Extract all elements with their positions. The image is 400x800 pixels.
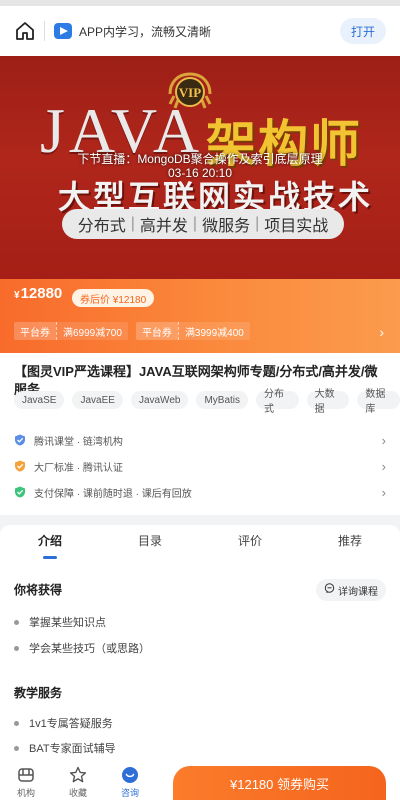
coupon[interactable]: 平台券 满3999减400: [135, 322, 250, 340]
feature-text: 支付保障 · 课前随时退 · 课后有回放: [34, 488, 192, 500]
course-tag: JavaEE: [72, 391, 123, 409]
course-tag: 分布式: [256, 389, 299, 415]
nav-label: 收藏: [68, 788, 87, 798]
banner-tag: 微服务: [202, 218, 251, 235]
tab-label: 目录: [137, 534, 162, 548]
home-icon[interactable]: [14, 20, 36, 42]
bullet-dot: [14, 619, 19, 625]
open-app-button[interactable]: 打开: [340, 18, 386, 44]
nav-label: 机构: [16, 788, 35, 798]
star-icon: [68, 765, 88, 785]
service-text: 1v1专属答疑服务: [29, 718, 113, 730]
next-live-time: 03-16 20:10: [167, 166, 233, 180]
bottom-nav: 机构 收藏 咨询 ¥12180 领券购买: [0, 764, 400, 800]
price: ¥12880: [14, 285, 62, 302]
coupon-value: 满3999减400: [177, 322, 250, 340]
tab-indicator: [43, 556, 57, 559]
banner-tag: 项目实战: [264, 218, 329, 235]
coupon-type: 平台券: [135, 322, 178, 340]
banner-tags: 分布式 | 高并发 | 微服务 | 项目实战: [62, 209, 344, 239]
tab-label: 评价: [237, 534, 262, 548]
gain-item: 掌握某些知识点: [14, 614, 106, 630]
course-tags: JavaSE JavaEE JavaWeb MyBatis 分布式 大数据 数据…: [14, 389, 400, 415]
institution-icon: [16, 765, 36, 785]
chat-icon: [120, 765, 140, 785]
service-item: BAT专家面试辅导: [14, 740, 116, 756]
chevron-right-icon: ›: [381, 484, 386, 500]
detail-tabs: 介绍 目录 评价 推荐: [0, 525, 400, 561]
course-tag: MyBatis: [196, 391, 249, 409]
price-strip: ¥12880 券后价 ¥12180 平台券 满6999减700 平台券 满399…: [0, 279, 400, 353]
nav-favorite[interactable]: 收藏: [52, 765, 104, 800]
service-section-title: 教学服务: [14, 686, 63, 700]
feature-text: 腾讯课堂 · 链湾机构: [34, 436, 123, 448]
bullet-dot: [14, 745, 19, 751]
bullet-dot: [14, 645, 19, 651]
tab-catalog[interactable]: 目录: [100, 525, 200, 561]
bullet-dot: [14, 720, 19, 726]
gain-item: 学会某些技巧（或思路）: [14, 640, 150, 656]
play-logo-icon: [53, 21, 73, 41]
consult-button[interactable]: 详询课程: [316, 579, 386, 601]
nav-institution[interactable]: 机构: [0, 765, 52, 800]
service-text: BAT专家面试辅导: [29, 743, 116, 755]
banner-tag: 高并发: [139, 218, 188, 235]
service-item: 1v1专属答疑服务: [14, 715, 113, 731]
feature-row-platform[interactable]: 腾讯课堂 · 链湾机构 ›: [14, 430, 386, 450]
gain-section-title: 你将获得: [14, 583, 63, 597]
divider: [44, 21, 45, 41]
chevron-right-icon: ›: [381, 458, 386, 474]
after-coupon-price: 券后价 ¥12180: [72, 289, 155, 307]
gain-text: 掌握某些知识点: [29, 617, 106, 629]
tab-recommend[interactable]: 推荐: [300, 525, 400, 561]
tab-intro[interactable]: 介绍: [0, 525, 100, 561]
currency-symbol: ¥: [14, 290, 20, 301]
price-value: 12880: [20, 285, 63, 302]
tab-label: 推荐: [337, 534, 362, 548]
chevron-right-icon: ›: [381, 432, 386, 448]
top-app-bar: APP内学习，流畅又清晰 打开: [0, 0, 400, 56]
course-tag: JavaWeb: [130, 391, 189, 409]
tab-reviews[interactable]: 评价: [200, 525, 300, 561]
chevron-right-icon[interactable]: ›: [379, 324, 384, 340]
coupon-type: 平台券: [14, 322, 56, 340]
course-banner[interactable]: VIP JAVA 架构师 大型互联网实战技术 分布式 | 高并发 | 微服务 | 项目…: [0, 56, 400, 279]
consult-label: 详询课程: [338, 586, 378, 598]
shield-icon: [14, 434, 26, 446]
course-tag: 大数据: [306, 389, 350, 415]
buy-button[interactable]: ¥12180 领券购买: [173, 766, 386, 800]
gain-text: 学会某些技巧（或思路）: [29, 643, 150, 655]
detail-section: 介绍 目录 评价 推荐 你将获得 详询课程 掌握某些知识点 学会某些技巧（或思路…: [0, 525, 400, 765]
tab-label: 介绍: [37, 534, 62, 548]
coupon[interactable]: 平台券 满6999减700: [14, 322, 128, 340]
feature-row-payment[interactable]: 支付保障 · 课前随时退 · 课后有回放 ›: [14, 482, 386, 502]
course-tag: JavaSE: [14, 391, 65, 409]
coupon-value: 满6999减700: [56, 322, 128, 340]
check-badge-icon: [14, 460, 26, 472]
feature-row-standard[interactable]: 大厂标准 · 腾讯认证 ›: [14, 456, 386, 476]
nav-consult[interactable]: 咨询: [104, 765, 156, 800]
feature-text: 大厂标准 · 腾讯认证: [34, 462, 123, 474]
banner-tag: 分布式: [77, 218, 126, 235]
nav-label: 咨询: [120, 788, 139, 798]
chat-bubble-icon: [324, 583, 335, 597]
course-tag: 数据库: [357, 389, 400, 415]
next-live-title: 下节直播：MongoDB聚合操作及索引底层原理: [77, 152, 323, 166]
pay-shield-icon: [14, 486, 26, 498]
coupon-list[interactable]: 平台券 满6999减700 平台券 满3999减400: [14, 322, 250, 340]
course-info-card: 【图灵VIP严选课程】JAVA互联网架构师专题/分布式/高并发/微服务 Java…: [0, 353, 400, 515]
app-promo-text: APP内学习，流畅又清晰: [79, 24, 212, 39]
